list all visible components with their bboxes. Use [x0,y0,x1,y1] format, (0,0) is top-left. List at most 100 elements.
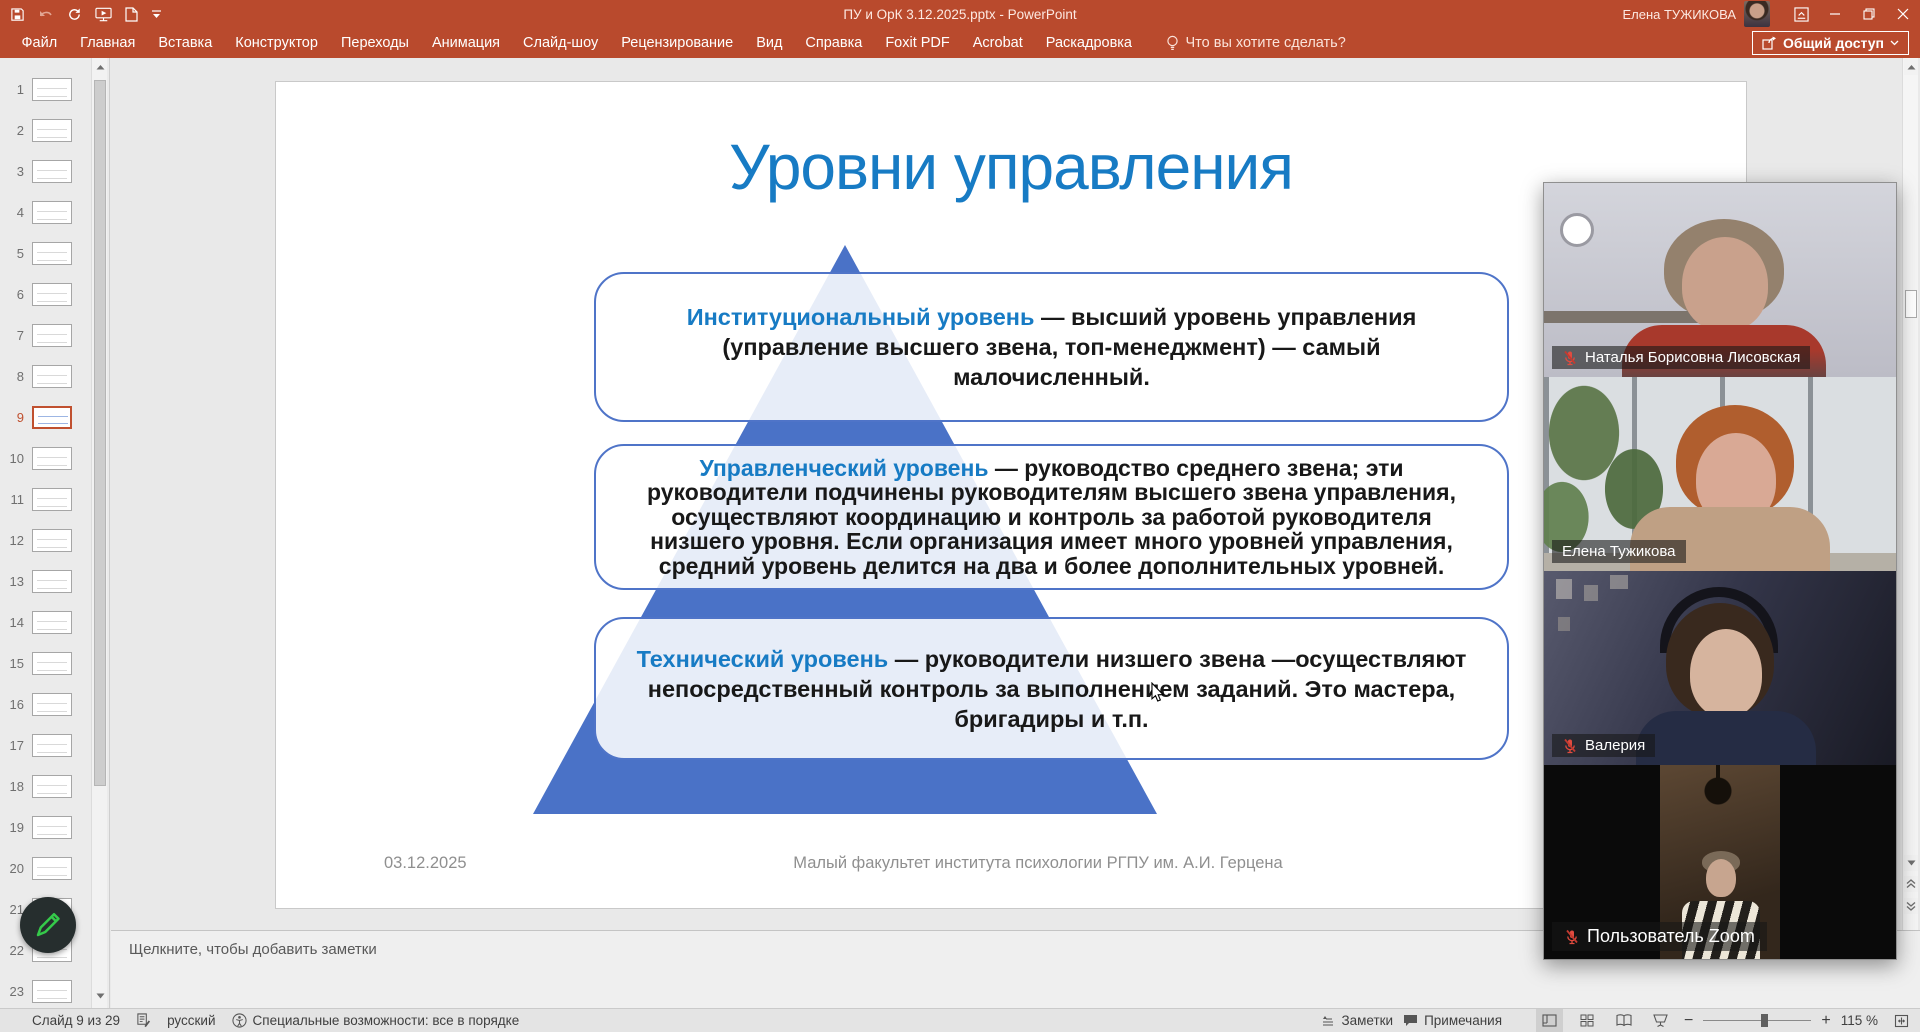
slide-thumbnail-19[interactable]: 19 [0,812,92,842]
slide-thumbnail-image[interactable] [32,570,72,593]
thumbnail-scrollbar-thumb[interactable] [94,80,106,786]
slide-thumbnail-10[interactable]: 10 [0,443,92,473]
zoom-slider[interactable] [1703,1009,1811,1032]
scroll-up-icon[interactable] [93,59,107,75]
slide-thumbnail-7[interactable]: 7 [0,320,92,350]
slide-thumbnail-image[interactable] [32,734,72,757]
slide-sorter-view-button[interactable] [1573,1009,1600,1032]
slide-thumbnail-image[interactable] [32,611,72,634]
slide-thumbnail-image[interactable] [32,160,72,183]
accessibility-checker[interactable]: Специальные возможности: все в порядке [232,1013,520,1028]
slide-thumbnail-18[interactable]: 18 [0,771,92,801]
zoom-level[interactable]: 115 % [1841,1013,1878,1028]
zoom-meeting-window[interactable]: Наталья Борисовна Лисовская Елена Тужико… [1543,182,1897,960]
slide-thumbnail-15[interactable]: 15 [0,648,92,678]
redo-icon[interactable] [67,7,82,22]
account-user-name[interactable]: Елена ТУЖИКОВА [1622,7,1736,22]
tab-конструктор[interactable]: Конструктор [224,28,330,58]
slide-thumbnail-9[interactable]: 9 [0,402,92,432]
account-avatar[interactable] [1744,1,1770,27]
previous-slide-icon[interactable] [1904,876,1918,892]
scroll-up-icon[interactable] [1904,59,1918,75]
normal-view-button[interactable] [1536,1009,1563,1032]
annotation-pencil-button[interactable] [20,897,76,953]
level-box-institutional[interactable]: Институциональный уровень — высший урове… [594,272,1509,422]
start-slideshow-icon[interactable] [95,7,112,22]
slide-thumbnail-image[interactable] [32,488,72,511]
slide-thumbnail-image[interactable] [32,857,72,880]
notes-placeholder[interactable]: Щелкните, чтобы добавить заметки [129,941,377,958]
tab-слайд-шоу[interactable]: Слайд-шоу [512,28,610,58]
slide-thumbnail-1[interactable]: 1 [0,74,92,104]
video-tile[interactable]: Пользователь Zoom [1544,765,1896,959]
slideshow-view-button[interactable] [1647,1009,1674,1032]
zoom-in-button[interactable]: + [1821,1012,1830,1030]
comments-toggle[interactable]: Примечания [1403,1013,1502,1028]
slide-thumbnail-image[interactable] [32,242,72,265]
slide-thumbnail-8[interactable]: 8 [0,361,92,391]
reading-view-button[interactable] [1610,1009,1637,1032]
slide-thumbnail-image[interactable] [32,119,72,142]
tab-анимация[interactable]: Анимация [420,28,511,58]
slide-thumbnail-20[interactable]: 20 [0,853,92,883]
new-file-icon[interactable] [125,7,138,22]
tab-foxit-pdf[interactable]: Foxit PDF [874,28,961,58]
minimize-button[interactable] [1818,0,1852,28]
video-tile[interactable]: Валерия [1544,571,1896,765]
editor-scrollbar-thumb[interactable] [1905,290,1917,318]
slide-thumbnail-2[interactable]: 2 [0,115,92,145]
slide-thumbnail-image[interactable] [32,447,72,470]
fit-slide-to-window-button[interactable] [1888,1009,1915,1032]
slide-thumbnail-4[interactable]: 4 [0,197,92,227]
close-button[interactable] [1886,0,1920,28]
tell-me-box[interactable]: Что вы хотите сделать? [1166,35,1346,52]
video-tile[interactable]: Наталья Борисовна Лисовская [1544,183,1896,377]
tab-главная[interactable]: Главная [69,28,147,58]
slide-position-indicator[interactable]: Слайд 9 из 29 [32,1013,120,1028]
slide-thumbnail-16[interactable]: 16 [0,689,92,719]
slide-thumbnail-image[interactable] [32,652,72,675]
share-button[interactable]: Общий доступ [1752,31,1909,55]
language-indicator[interactable]: русский [167,1013,215,1028]
next-slide-icon[interactable] [1904,898,1918,914]
thumbnail-scrollbar[interactable] [91,58,107,1008]
slide-thumbnail-image[interactable] [32,78,72,101]
slide-thumbnail-13[interactable]: 13 [0,566,92,596]
slide-thumbnail-image[interactable] [32,365,72,388]
slide-thumbnail-14[interactable]: 14 [0,607,92,637]
zoom-out-button[interactable]: − [1684,1012,1693,1030]
editor-scrollbar[interactable] [1902,58,1918,930]
customize-quick-access-icon[interactable] [151,8,162,20]
slide-thumbnail-23[interactable]: 23 [0,976,92,1006]
slide-thumbnail-17[interactable]: 17 [0,730,92,760]
video-tile[interactable]: Елена Тужикова [1544,377,1896,571]
tab-переходы[interactable]: Переходы [329,28,420,58]
slide-thumbnail-image[interactable] [32,775,72,798]
restore-button[interactable] [1852,0,1886,28]
spell-check-icon[interactable] [136,1013,151,1028]
slide-thumbnail-image[interactable] [32,816,72,839]
slide-thumbnail-image[interactable] [32,283,72,306]
slide-thumbnail-11[interactable]: 11 [0,484,92,514]
slide-thumbnail-image[interactable] [32,324,72,347]
zoom-slider-thumb[interactable] [1761,1014,1768,1027]
slide-thumbnail-image[interactable] [32,529,72,552]
scroll-down-icon[interactable] [1904,855,1918,871]
slide-thumbnail-6[interactable]: 6 [0,279,92,309]
slide-heading[interactable]: Уровни управления [276,130,1746,204]
slide-thumbnail-12[interactable]: 12 [0,525,92,555]
level-box-managerial[interactable]: Управленческий уровень — руководство сре… [594,444,1509,590]
slide-thumbnail-3[interactable]: 3 [0,156,92,186]
tab-вид[interactable]: Вид [745,28,794,58]
tab-acrobat[interactable]: Acrobat [961,28,1034,58]
slide-thumbnail-image[interactable] [32,980,72,1003]
scroll-down-icon[interactable] [93,988,107,1004]
tab-вставка[interactable]: Вставка [147,28,224,58]
tab-рецензирование[interactable]: Рецензирование [610,28,745,58]
tab-файл[interactable]: Файл [10,28,69,58]
level-box-technical[interactable]: Технический уровень — руководители низше… [594,617,1509,760]
slide-thumbnail-5[interactable]: 5 [0,238,92,268]
notes-toggle[interactable]: Заметки [1321,1013,1393,1028]
slide-thumbnail-image[interactable] [32,693,72,716]
ribbon-display-options-icon[interactable] [1784,0,1818,28]
